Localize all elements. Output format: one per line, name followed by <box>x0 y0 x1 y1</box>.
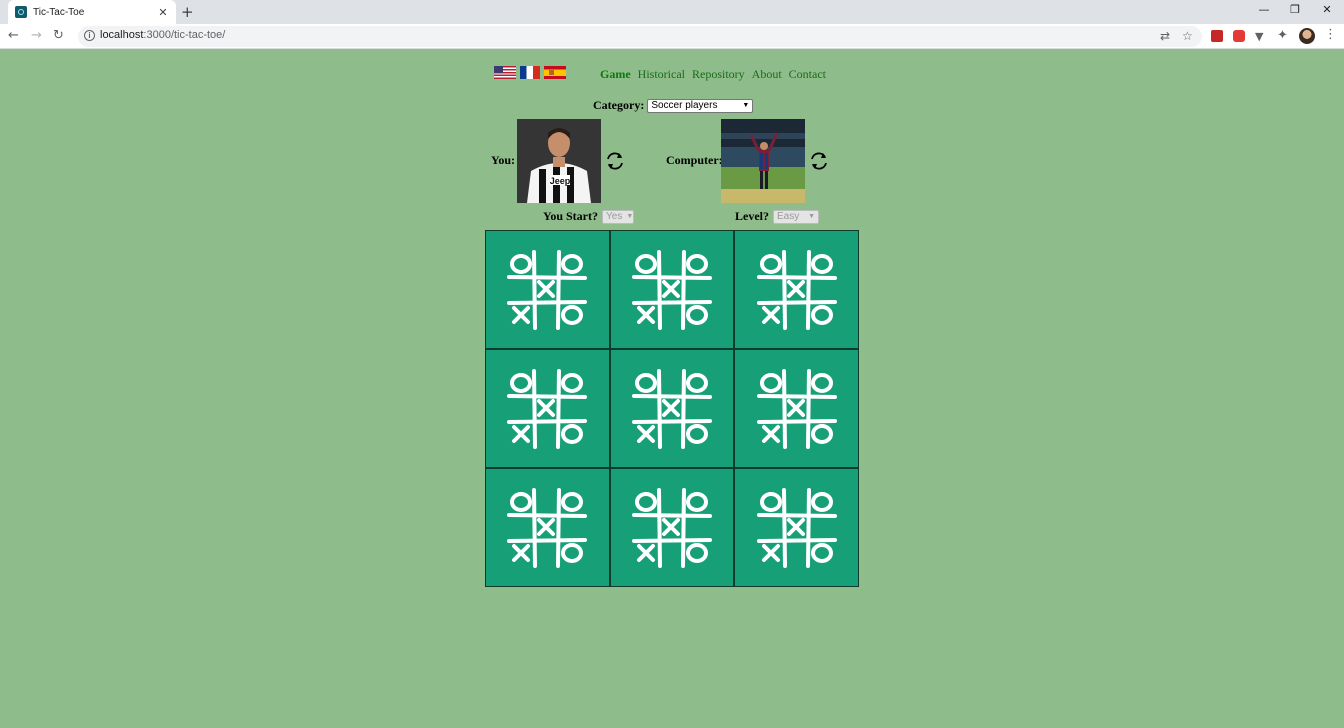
nav-historical[interactable]: Historical <box>638 67 685 82</box>
level-option: Level? Easy ▼ <box>735 209 819 224</box>
start-option: You Start? Yes ▼ <box>543 209 635 224</box>
nav-game[interactable]: Game <box>600 67 631 82</box>
extension-vee-icon[interactable]: ▼ <box>1255 29 1263 45</box>
site-info-icon[interactable]: i <box>84 30 95 41</box>
you-player-photo: Jeep <box>517 119 601 203</box>
browser-menu-icon[interactable]: ⋮ <box>1324 27 1337 42</box>
start-label: You Start? <box>543 209 599 223</box>
translate-icon[interactable]: ⇄ <box>1160 29 1170 43</box>
browser-tab-bar: Tic-Tac-Toe ✕ + — ❐ ✕ <box>0 0 1344 24</box>
tic-tac-toe-icon <box>756 249 837 330</box>
category-selected-value: Soccer players <box>651 100 718 111</box>
profile-avatar[interactable] <box>1299 28 1315 44</box>
es-flag-icon[interactable] <box>544 66 566 79</box>
board-cell-5[interactable] <box>734 349 859 468</box>
extensions-puzzle-icon[interactable]: ✦ <box>1277 28 1288 44</box>
nav-repository[interactable]: Repository <box>692 67 745 82</box>
browser-tab[interactable]: Tic-Tac-Toe ✕ <box>8 0 176 24</box>
start-select[interactable]: Yes ▼ <box>602 209 635 224</box>
tic-tac-toe-icon <box>507 487 588 568</box>
board-cell-7[interactable] <box>609 468 735 587</box>
board-cell-3[interactable] <box>485 349 610 468</box>
minimize-icon[interactable]: — <box>1249 3 1279 16</box>
tic-tac-toe-icon <box>756 368 837 449</box>
you-label: You: <box>491 153 516 167</box>
board-cell-2[interactable] <box>734 230 859 349</box>
category-row: Category: Soccer players ▼ <box>593 98 754 113</box>
extension-stop-icon[interactable] <box>1233 30 1245 42</box>
tab-title: Tic-Tac-Toe <box>33 6 85 18</box>
nav-about[interactable]: About <box>752 67 782 82</box>
fr-flag-icon[interactable] <box>520 66 540 79</box>
forward-icon[interactable]: → <box>31 28 42 44</box>
category-select[interactable]: Soccer players ▼ <box>647 98 754 113</box>
level-select[interactable]: Easy ▼ <box>773 209 819 224</box>
close-tab-icon[interactable]: ✕ <box>156 6 170 19</box>
board-cell-6[interactable] <box>485 468 610 587</box>
tic-tac-toe-icon <box>507 368 588 449</box>
chevron-down-icon: ▼ <box>742 102 750 109</box>
refresh-computer-icon[interactable] <box>808 150 830 172</box>
level-label: Level? <box>735 209 769 223</box>
board-cell-4[interactable] <box>609 349 735 468</box>
board-cell-8[interactable] <box>734 468 859 587</box>
board-cell-1[interactable] <box>609 230 735 349</box>
favicon-icon <box>15 6 27 18</box>
computer-label: Computer: <box>666 153 723 167</box>
bookmark-star-icon[interactable]: ☆ <box>1182 29 1193 43</box>
new-tab-icon[interactable]: + <box>181 3 194 21</box>
tic-tac-toe-icon <box>631 249 712 330</box>
chevron-down-icon: ▼ <box>808 213 815 220</box>
refresh-you-icon[interactable] <box>604 150 626 172</box>
address-bar[interactable]: i localhost:3000/tic-tac-toe/ ⇄ ☆ <box>78 26 1202 47</box>
start-selected-value: Yes <box>606 211 623 222</box>
board-cell-0[interactable] <box>485 230 610 349</box>
chevron-down-icon: ▼ <box>626 213 634 220</box>
main-nav: Game Historical Repository About Contact <box>600 67 826 82</box>
browser-toolbar: ← → ↻ i localhost:3000/tic-tac-toe/ ⇄ ☆ … <box>0 24 1344 49</box>
category-label: Category: <box>593 98 645 112</box>
tic-tac-toe-icon <box>631 368 712 449</box>
back-icon[interactable]: ← <box>8 28 19 44</box>
close-window-icon[interactable]: ✕ <box>1312 3 1342 16</box>
url-text: localhost:3000/tic-tac-toe/ <box>100 29 226 41</box>
restore-icon[interactable]: ❐ <box>1280 3 1310 16</box>
nav-contact[interactable]: Contact <box>789 67 826 82</box>
tic-tac-toe-icon <box>756 487 837 568</box>
reload-icon[interactable]: ↻ <box>53 28 64 44</box>
game-board <box>485 230 859 587</box>
extension-red-icon[interactable] <box>1211 30 1223 42</box>
svg-text:Jeep: Jeep <box>550 176 571 186</box>
tic-tac-toe-icon <box>631 487 712 568</box>
language-selector <box>494 66 566 79</box>
level-selected-value: Easy <box>777 211 800 222</box>
computer-player-photo <box>721 119 805 203</box>
us-flag-icon[interactable] <box>494 66 516 79</box>
tic-tac-toe-icon <box>507 249 588 330</box>
